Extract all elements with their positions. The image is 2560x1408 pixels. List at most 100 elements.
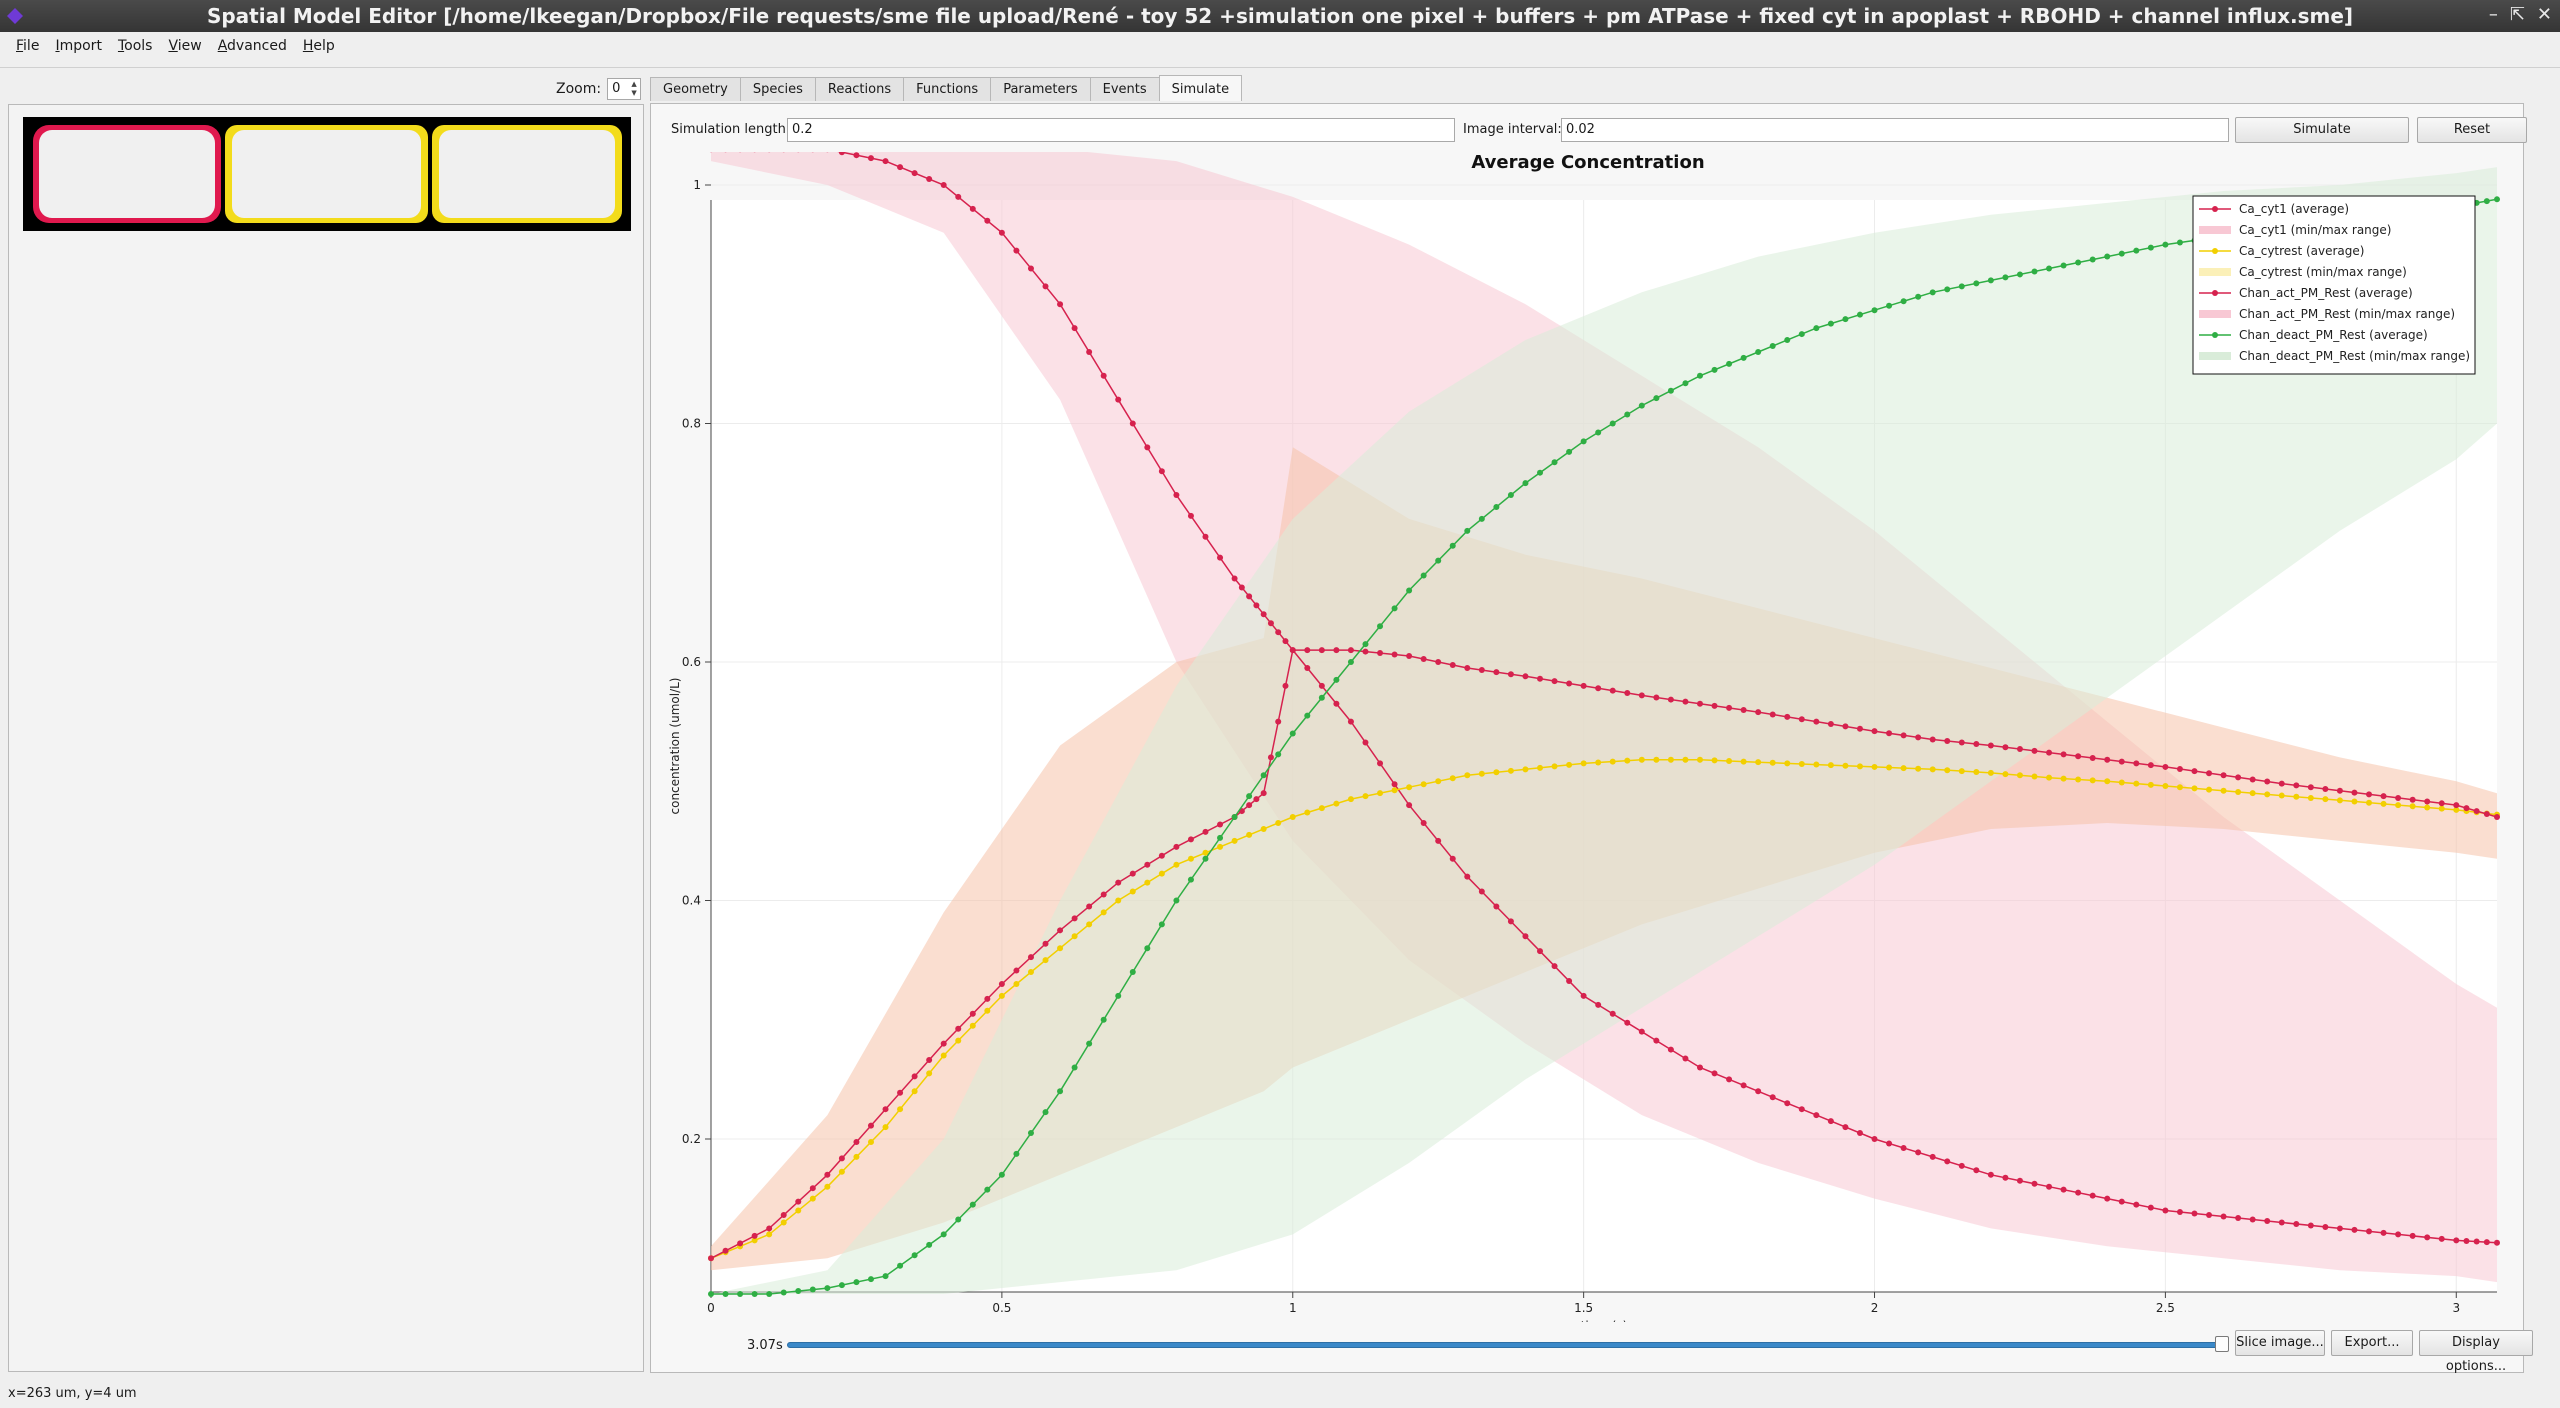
series-2-point [1217, 821, 1224, 828]
series-0-point [2002, 1174, 2009, 1181]
series-0-point [2424, 1234, 2431, 1241]
spin-arrows-icon[interactable]: ▲ ▼ [629, 80, 639, 98]
series-0-point [1318, 682, 1325, 689]
tab-simulate[interactable]: Simulate [1158, 75, 1243, 101]
series-0-point [1755, 1088, 1762, 1095]
series-2-point [1987, 742, 1994, 749]
legend-swatch-marker [2212, 206, 2218, 212]
series-3-point [2133, 247, 2140, 254]
series-3-point [1027, 1130, 1034, 1137]
series-1-point [2133, 780, 2140, 787]
series-2-point [2293, 782, 2300, 789]
geometry-image-panel[interactable] [8, 104, 644, 1372]
series-1-point [2075, 776, 2082, 783]
series-1-point [1391, 787, 1398, 794]
series-0-point [2483, 1239, 2490, 1246]
series-0-point [1362, 739, 1369, 746]
simulate-button[interactable]: Simulate [2235, 117, 2409, 143]
series-1-point [2395, 802, 2402, 809]
menu-import[interactable]: Import [49, 36, 107, 56]
series-1-point [1362, 793, 1369, 800]
series-0-point [1667, 1046, 1674, 1053]
menu-advanced[interactable]: Advanced [212, 36, 293, 56]
series-3-point [1726, 360, 1733, 367]
tab-reactions[interactable]: Reactions [814, 77, 905, 101]
average-concentration-chart[interactable]: Average Concentration 0 0.5 1 1.5 2 2.5 3 0.2 0.4… [665, 152, 2511, 1322]
series-3-point [1755, 348, 1762, 355]
time-slider-handle[interactable] [2215, 1336, 2229, 1352]
series-3-point [2104, 253, 2111, 260]
series-0-point [897, 164, 904, 171]
legend-label: Ca_cyt1 (min/max range) [2239, 223, 2391, 237]
tab-functions[interactable]: Functions [903, 77, 992, 101]
series-1-point [1304, 809, 1311, 816]
series-2-point [984, 995, 991, 1002]
series-1-point [1813, 761, 1820, 768]
simulation-settings-row: Simulation length: 0.2 Image interval: 0… [651, 117, 2527, 144]
export-button[interactable]: Export... [2331, 1330, 2413, 1356]
legend-swatch-band [2199, 268, 2231, 276]
tab-geometry[interactable]: Geometry [650, 77, 741, 101]
series-1-point [867, 1138, 874, 1145]
series-1-point [1798, 760, 1805, 767]
close-icon[interactable]: ✕ [2537, 4, 2552, 25]
series-1-point [2220, 787, 2227, 794]
y-tick-label: 1 [693, 178, 701, 192]
menu-tools[interactable]: Tools [112, 36, 159, 56]
series-0-point [1129, 420, 1136, 427]
series-3-point [1304, 712, 1311, 719]
series-3-point [1158, 921, 1165, 928]
series-1-point [2424, 804, 2431, 811]
minimize-icon[interactable]: – [2489, 4, 2498, 25]
series-3-point [2162, 241, 2169, 248]
series-2-point [940, 1040, 947, 1047]
series-0-point [1973, 1167, 1980, 1174]
geometry-image[interactable] [23, 117, 631, 231]
zoom-spinbox[interactable]: 0 ▲ ▼ [607, 78, 642, 100]
maximize-icon[interactable]: ⇱ [2510, 4, 2525, 25]
series-2-point [1435, 659, 1442, 665]
series-0-point [1042, 283, 1049, 290]
series-3-point [2089, 256, 2096, 263]
series-2-point [1377, 650, 1384, 657]
slice-image-button[interactable]: Slice image... [2235, 1330, 2325, 1356]
series-0-point [2031, 1180, 2038, 1187]
menu-file[interactable]: File [10, 36, 45, 56]
series-0-point [1187, 512, 1194, 519]
menu-view[interactable]: View [162, 36, 207, 56]
series-3-point [1827, 320, 1834, 327]
series-3-point [1653, 395, 1660, 402]
series-1-point [1231, 837, 1238, 844]
series-2-point [2162, 763, 2169, 770]
series-2-point [2351, 789, 2358, 796]
series-1-point [955, 1037, 962, 1044]
series-3-point [1115, 992, 1122, 999]
status-bar-coordinates: x=263 um, y=4 um [8, 1386, 137, 1401]
series-1-point [2278, 792, 2285, 799]
series-0-point [1013, 247, 1020, 254]
series-0-point [2453, 1237, 2460, 1244]
series-3-point [2483, 198, 2490, 205]
series-3-point [1667, 387, 1674, 394]
series-0-point [2322, 1223, 2329, 1230]
tab-events[interactable]: Events [1089, 77, 1160, 101]
tab-parameters[interactable]: Parameters [990, 77, 1091, 101]
series-2-point [1726, 704, 1733, 711]
series-3-point [1784, 337, 1791, 344]
series-0-point [882, 158, 889, 165]
tab-species[interactable]: Species [739, 77, 816, 101]
menu-help[interactable]: Help [297, 36, 341, 56]
series-1-point [2089, 777, 2096, 784]
simulation-length-input[interactable]: 0.2 [787, 118, 1455, 142]
time-slider[interactable] [787, 1342, 2219, 1348]
display-options-button[interactable]: Display options... [2419, 1330, 2533, 1374]
series-1-point [2366, 799, 2373, 806]
series-3-point [1013, 1150, 1020, 1157]
series-0-point [1915, 1149, 1922, 1156]
series-1-point [1289, 814, 1296, 821]
title-bar: Spatial Model Editor [/home/lkeegan/Drop… [0, 0, 2560, 32]
series-3-point [1842, 316, 1849, 323]
image-interval-input[interactable]: 0.02 [1561, 118, 2229, 142]
reset-button[interactable]: Reset [2417, 117, 2527, 143]
series-1-point [1915, 765, 1922, 772]
